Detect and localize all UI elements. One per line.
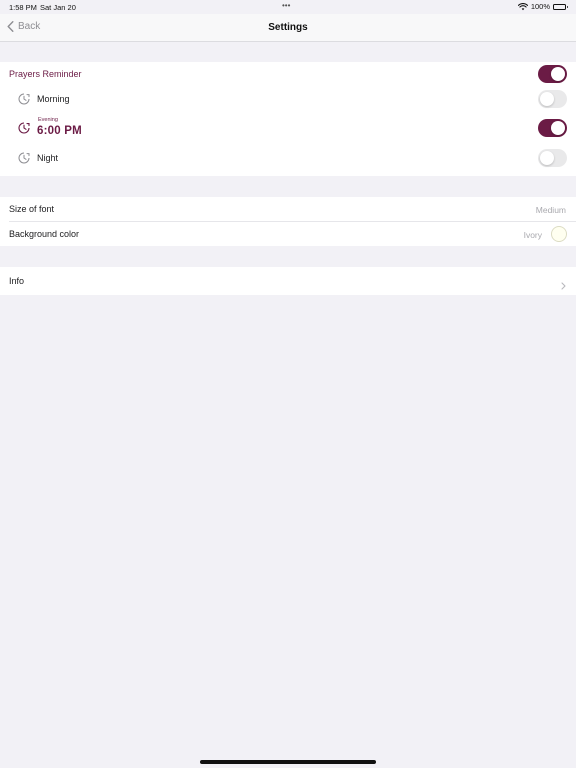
background-color-swatch[interactable] — [551, 226, 567, 242]
font-size-row[interactable]: Size of font Medium — [0, 197, 576, 222]
toggle-knob — [551, 121, 565, 135]
battery-percent: 100% — [530, 2, 550, 11]
reminder-row-night[interactable]: Night — [0, 144, 576, 176]
background-color-label: Background color — [9, 229, 80, 239]
status-right: 100% — [517, 2, 568, 11]
reminder-label-night: Night — [37, 153, 59, 163]
clock-icon — [18, 152, 30, 164]
status-date: Sat Jan 20 — [40, 3, 76, 12]
prayers-reminder-row: Prayers Reminder — [0, 62, 576, 86]
background-color-row[interactable]: Background color Ivory — [0, 222, 576, 246]
status-time: 1:58 PM — [9, 3, 37, 12]
chevron-right-icon — [561, 277, 566, 295]
reminder-label-morning: Morning — [37, 94, 70, 104]
info-section: Info — [0, 267, 576, 295]
night-toggle[interactable] — [538, 149, 567, 167]
reminder-row-morning[interactable]: Morning — [0, 86, 576, 112]
prayers-reminder-toggle[interactable] — [538, 65, 567, 83]
status-bar: 1:58 PM Sat Jan 20 ••• 100% — [0, 0, 576, 14]
toggle-knob — [551, 67, 565, 81]
font-size-value: Medium — [535, 205, 566, 215]
prayers-reminder-label: Prayers Reminder — [9, 69, 82, 79]
home-indicator[interactable] — [200, 760, 376, 764]
reminder-caption-evening: Evening — [38, 117, 58, 123]
clock-icon — [18, 122, 30, 134]
appearance-section: Size of font Medium Background color Ivo… — [0, 197, 576, 246]
font-size-label: Size of font — [9, 204, 55, 214]
info-label: Info — [9, 276, 25, 286]
page-title: Settings — [268, 22, 308, 33]
info-row[interactable]: Info — [0, 267, 576, 295]
evening-toggle[interactable] — [538, 119, 567, 137]
nav-bar: Back Settings — [0, 14, 576, 42]
wifi-icon — [517, 2, 528, 11]
reminders-section: Prayers Reminder Morning Evening 6:00 PM — [0, 62, 576, 176]
reminder-row-evening[interactable]: Evening 6:00 PM — [0, 112, 576, 144]
morning-toggle[interactable] — [538, 90, 567, 108]
clock-icon — [18, 93, 30, 105]
toggle-knob — [540, 151, 554, 165]
toggle-knob — [540, 92, 554, 106]
reminder-time-evening: 6:00 PM — [37, 125, 82, 137]
battery-icon — [553, 3, 568, 10]
background-color-value: Ivory — [523, 230, 542, 240]
multitask-dots[interactable]: ••• — [282, 1, 290, 10]
